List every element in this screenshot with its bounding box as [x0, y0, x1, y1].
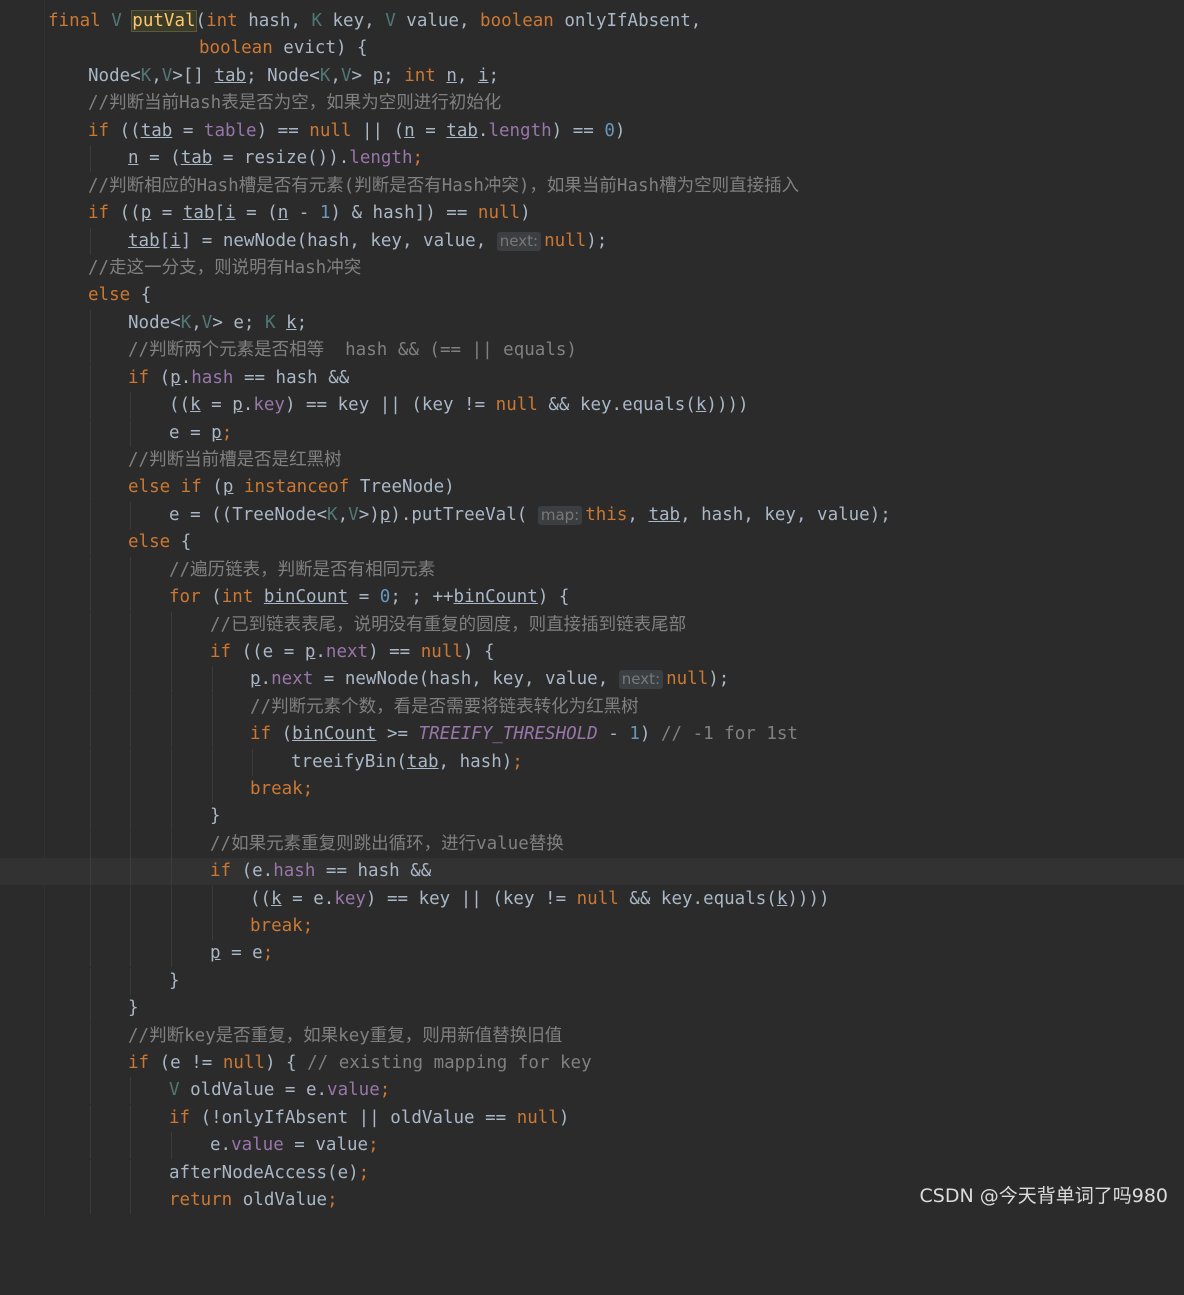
- code-line[interactable]: n = (tab = resize()).length;: [0, 145, 1184, 172]
- code-line[interactable]: Node<K,V> e; K k;: [0, 310, 1184, 337]
- code-line[interactable]: boolean evict) {: [0, 35, 1184, 62]
- code-line[interactable]: if (binCount >= TREEIFY_THRESHOLD - 1) /…: [0, 721, 1184, 748]
- code-line[interactable]: V oldValue = e.value;: [0, 1077, 1184, 1104]
- code-line[interactable]: if ((p = tab[i = (n - 1) & hash]) == nul…: [0, 200, 1184, 227]
- parameter-hint: next:: [496, 232, 542, 251]
- comment-line[interactable]: //判断当前槽是否是红黑树: [0, 447, 1184, 474]
- code-line[interactable]: p = e;: [0, 940, 1184, 967]
- comment-line[interactable]: //已到链表表尾，说明没有重复的圆度，则直接插到链表尾部: [0, 612, 1184, 639]
- code-line[interactable]: for (int binCount = 0; ; ++binCount) {: [0, 584, 1184, 611]
- code-line[interactable]: }: [0, 803, 1184, 830]
- code-line[interactable]: p.next = newNode(hash, key, value, next:…: [0, 666, 1184, 693]
- parameter-hint: map:: [537, 506, 583, 525]
- comment-line[interactable]: //走这一分支，则说明有Hash冲突: [0, 255, 1184, 282]
- code-line[interactable]: if (!onlyIfAbsent || oldValue == null): [0, 1105, 1184, 1132]
- code-line[interactable]: else if (p instanceof TreeNode): [0, 474, 1184, 501]
- comment-line[interactable]: //判断元素个数，看是否需要将链表转化为红黑树: [0, 694, 1184, 721]
- code-line[interactable]: e = ((TreeNode<K,V>)p).putTreeVal( map: t…: [0, 502, 1184, 529]
- comment-line[interactable]: //判断key是否重复，如果key重复，则用新值替换旧值: [0, 1023, 1184, 1050]
- current-code-line[interactable]: if (e.hash == hash &&: [0, 858, 1184, 885]
- code-line[interactable]: else {: [0, 529, 1184, 556]
- code-line[interactable]: break;: [0, 776, 1184, 803]
- code-line[interactable]: else {: [0, 282, 1184, 309]
- comment-line[interactable]: //判断两个元素是否相等 hash && (== || equals): [0, 337, 1184, 364]
- code-line[interactable]: tab[i] = newNode(hash, key, value, next:…: [0, 228, 1184, 255]
- code-line[interactable]: e.value = value;: [0, 1132, 1184, 1159]
- code-editor[interactable]: final V putVal(int hash, K key, V value,…: [0, 0, 1184, 1216]
- parameter-hint: next:: [618, 670, 664, 689]
- csdn-watermark: CSDN @今天背单词了吗980: [919, 1185, 1168, 1207]
- code-line[interactable]: if (p.hash == hash &&: [0, 365, 1184, 392]
- comment-line[interactable]: //如果元素重复则跳出循环，进行value替换: [0, 831, 1184, 858]
- code-line[interactable]: if ((e = p.next) == null) {: [0, 639, 1184, 666]
- method-name-highlight: putVal: [131, 10, 197, 32]
- code-line[interactable]: final V putVal(int hash, K key, V value,…: [0, 8, 1184, 35]
- code-line[interactable]: ((k = e.key) == key || (key != null && k…: [0, 886, 1184, 913]
- code-line[interactable]: }: [0, 995, 1184, 1022]
- code-line[interactable]: }: [0, 968, 1184, 995]
- comment-line[interactable]: //遍历链表，判断是否有相同元素: [0, 557, 1184, 584]
- code-line[interactable]: break;: [0, 913, 1184, 940]
- code-line[interactable]: Node<K,V>[] tab; Node<K,V> p; int n, i;: [0, 63, 1184, 90]
- code-line[interactable]: if (e != null) { // existing mapping for…: [0, 1050, 1184, 1077]
- code-line[interactable]: e = p;: [0, 420, 1184, 447]
- comment-line[interactable]: //判断当前Hash表是否为空，如果为空则进行初始化: [0, 90, 1184, 117]
- code-line[interactable]: if ((tab = table) == null || (n = tab.le…: [0, 118, 1184, 145]
- code-line[interactable]: ((k = p.key) == key || (key != null && k…: [0, 392, 1184, 419]
- code-line[interactable]: treeifyBin(tab, hash);: [0, 749, 1184, 776]
- comment-line[interactable]: //判断相应的Hash槽是否有元素(判断是否有Hash冲突)，如果当前Hash槽…: [0, 173, 1184, 200]
